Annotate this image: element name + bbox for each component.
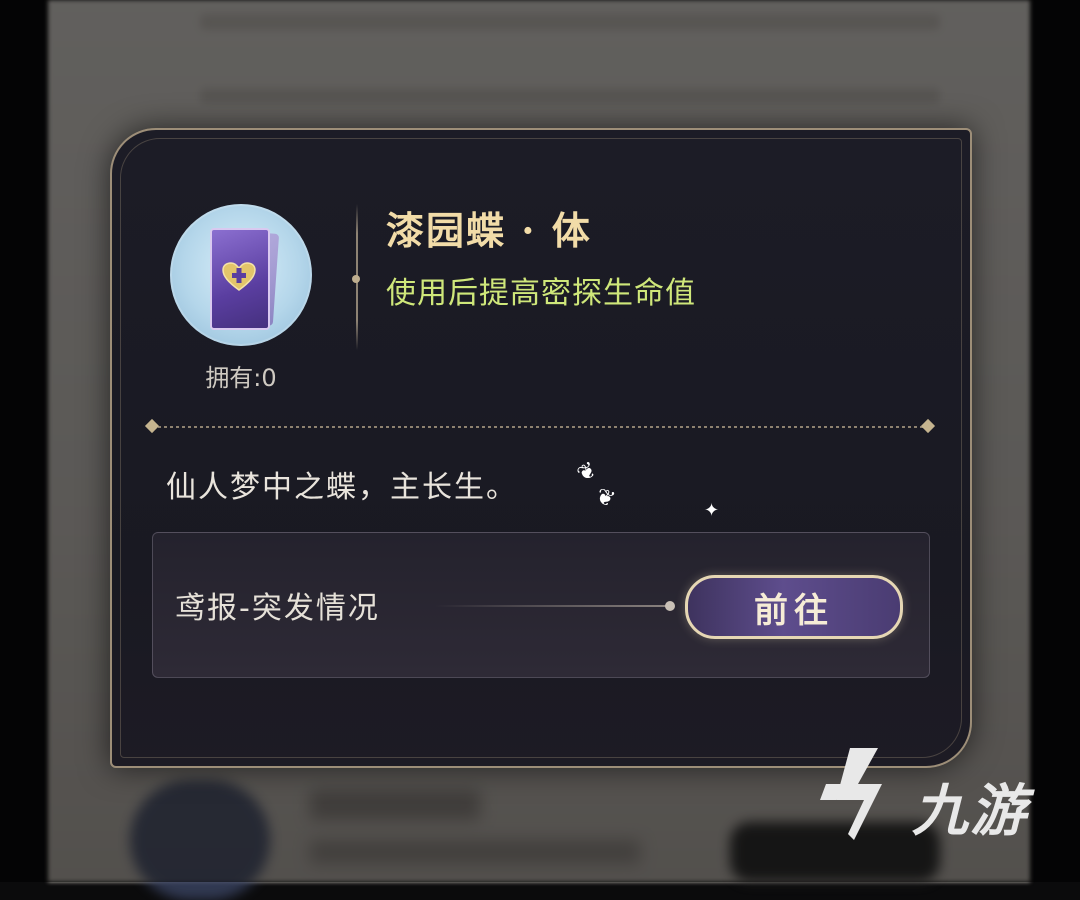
source-label: 鸢报-突发情况	[175, 591, 380, 626]
divider-dot	[352, 275, 360, 283]
owned-count: 拥有:0	[205, 364, 277, 392]
source-panel: 鸢报-突发情况 前往	[152, 532, 930, 678]
item-description: 仙人梦中之蝶，主长生。	[166, 470, 518, 505]
horizontal-divider	[152, 426, 928, 428]
jiuyou-logo-icon	[820, 748, 882, 840]
goto-button[interactable]: 前往	[685, 575, 903, 639]
sparkle-icon: ✦	[704, 500, 720, 521]
heart-cross-icon	[222, 262, 256, 291]
item-icon	[170, 204, 312, 346]
item-effect: 使用后提高密探生命值	[386, 276, 696, 311]
item-name: 漆园蝶 · 体	[386, 208, 592, 253]
watermark: 九游	[820, 744, 1050, 854]
watermark-text: 九游	[912, 779, 1028, 844]
feather-icon: ❦	[592, 483, 619, 514]
divider-diamond-icon	[920, 418, 936, 434]
divider-diamond-icon	[144, 418, 160, 434]
item-detail-dialog: 拥有:0 漆园蝶 · 体 使用后提高密探生命值 仙人梦中之蝶，主长生。 ❦ ❦ …	[110, 128, 972, 768]
feather-icon: ❦	[572, 457, 602, 488]
source-connector-line	[435, 605, 669, 607]
source-connector-dot	[665, 601, 675, 611]
heart-card-icon	[210, 228, 270, 330]
